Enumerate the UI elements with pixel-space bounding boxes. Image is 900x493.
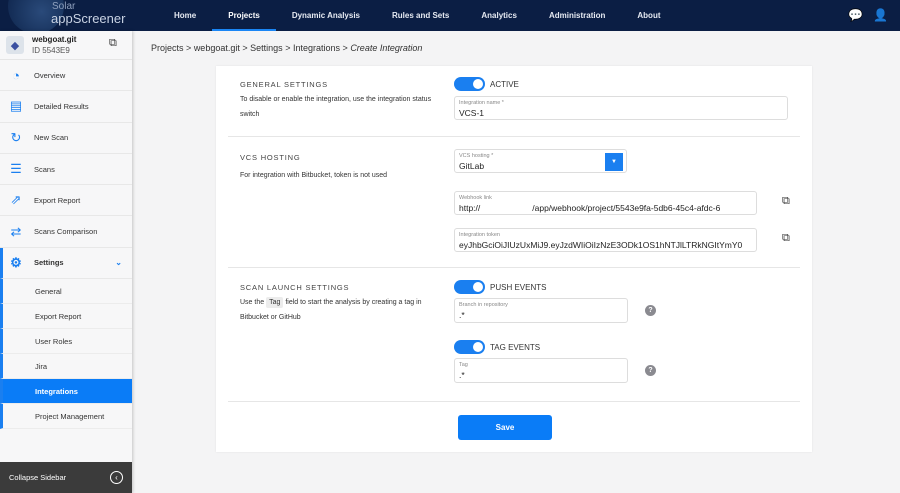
nav-about[interactable]: About xyxy=(621,0,676,31)
crumb-integrations[interactable]: Integrations xyxy=(293,43,340,53)
crumb-project[interactable]: webgoat.git xyxy=(194,43,240,53)
sidebar-item-detailed-results[interactable]: ▤ Detailed Results xyxy=(0,91,132,123)
sidebar-item-scans[interactable]: ☰ Scans xyxy=(0,154,132,186)
user-icon[interactable]: 👤 xyxy=(873,8,888,22)
logo[interactable]: Solar appScreener xyxy=(0,0,132,31)
general-section: GENERAL SETTINGS To disable or enable th… xyxy=(228,66,800,137)
vcs-section: VCS HOSTING For integration with Bitbuck… xyxy=(228,137,800,268)
sidebar-sub-integrations[interactable]: Integrations xyxy=(0,379,132,405)
sidebar: ◆ webgoat.git ID 5543E9 ⧉ ◔ Overview ▤ Deta… xyxy=(0,31,132,493)
sidebar-item-settings[interactable]: ⚙ Settings ⌄ xyxy=(0,247,132,280)
help-icon[interactable]: ? xyxy=(645,305,656,316)
section-title: VCS HOSTING xyxy=(240,153,301,162)
chevron-down-icon: ⌄ xyxy=(115,258,122,268)
collapse-sidebar-button[interactable]: Collapse Sidebar ‹ xyxy=(0,462,132,493)
active-toggle[interactable] xyxy=(454,77,485,91)
chevron-left-icon: ‹ xyxy=(110,471,123,484)
vcs-hosting-select[interactable]: VCS hosting * GitLab ▼ xyxy=(454,149,627,173)
sidebar-item-scans-comparison[interactable]: ⇄ Scans Comparison xyxy=(0,216,132,248)
webhook-link-input[interactable]: Webhook link http:///app/webhook/project/… xyxy=(454,191,757,215)
gear-icon: ⚙ xyxy=(10,254,22,270)
crumb-settings[interactable]: Settings xyxy=(250,43,283,53)
sidebar-item-new-scan[interactable]: ↻ New Scan xyxy=(0,123,132,154)
project-avatar: ◆ xyxy=(6,36,24,54)
section-title: SCAN LAUNCH SETTINGS xyxy=(240,283,350,292)
top-bar: Solar appScreener Home Projects Dynamic A… xyxy=(0,0,900,31)
branch-input[interactable]: Branch in repository .* xyxy=(454,298,628,323)
crumb-projects[interactable]: Projects xyxy=(151,43,184,53)
pie-chart-icon: ◔ xyxy=(12,67,20,83)
copy-webhook-icon[interactable]: ⧉ xyxy=(782,195,790,208)
sidebar-item-export-report[interactable]: ⇗ Export Report xyxy=(0,185,132,217)
nav-dynamic-analysis[interactable]: Dynamic Analysis xyxy=(276,0,376,31)
crumb-current: Create Integration xyxy=(350,43,423,53)
section-desc: For integration with Bitbucket, token is… xyxy=(240,172,388,179)
integration-form: GENERAL SETTINGS To disable or enable th… xyxy=(216,66,812,452)
tag-input[interactable]: Tag .* xyxy=(454,358,628,383)
tag-events-toggle[interactable] xyxy=(454,340,485,354)
breadcrumb: Projects > webgoat.git > Settings > Inte… xyxy=(151,43,423,53)
copy-icon[interactable]: ⧉ xyxy=(109,37,117,50)
sidebar-sub-project-management[interactable]: Project Management xyxy=(0,404,132,430)
section-title: GENERAL SETTINGS xyxy=(240,80,328,89)
help-icon[interactable]: ? xyxy=(645,365,656,376)
sidebar-sub-jira[interactable]: Jira xyxy=(0,354,132,380)
main-nav: Home Projects Dynamic Analysis Rules and… xyxy=(158,0,677,31)
sidebar-item-overview[interactable]: ◔ Overview xyxy=(0,60,132,92)
list-icon: ☰ xyxy=(10,161,22,177)
chat-icon[interactable]: 💬 xyxy=(848,8,863,22)
section-desc: To disable or enable the integration, us… xyxy=(240,96,432,118)
sidebar-sub-general[interactable]: General xyxy=(0,279,132,305)
scan-launch-section: SCAN LAUNCH SETTINGS Use the Tag field t… xyxy=(228,268,800,402)
nav-home[interactable]: Home xyxy=(158,0,212,31)
integration-token-input[interactable]: Integration token eyJhbGciOiJIUzUxMiJ9.ey… xyxy=(454,228,757,252)
sidebar-sub-user-roles[interactable]: User Roles xyxy=(0,329,132,355)
project-id: ID 5543E9 xyxy=(32,46,70,55)
nav-rules-and-sets[interactable]: Rules and Sets xyxy=(376,0,465,31)
integration-name-input[interactable]: Integration name * VCS-1 xyxy=(454,96,788,120)
sidebar-sub-export-report[interactable]: Export Report xyxy=(0,304,132,330)
refresh-icon: ↻ xyxy=(10,129,22,145)
export-icon: ⇗ xyxy=(10,192,22,208)
push-events-toggle[interactable] xyxy=(454,280,485,294)
dropdown-arrow-icon: ▼ xyxy=(605,153,623,171)
copy-token-icon[interactable]: ⧉ xyxy=(782,232,790,245)
nav-administration[interactable]: Administration xyxy=(533,0,621,31)
save-button[interactable]: Save xyxy=(458,415,552,440)
list-box-icon: ▤ xyxy=(9,98,23,114)
compare-icon: ⇄ xyxy=(10,223,22,239)
nav-analytics[interactable]: Analytics xyxy=(465,0,533,31)
project-header: ◆ webgoat.git ID 5543E9 ⧉ xyxy=(0,31,132,60)
section-desc: Use the Tag field to start the analysis … xyxy=(240,297,422,321)
project-name: webgoat.git xyxy=(32,35,77,44)
nav-projects[interactable]: Projects xyxy=(212,0,276,31)
